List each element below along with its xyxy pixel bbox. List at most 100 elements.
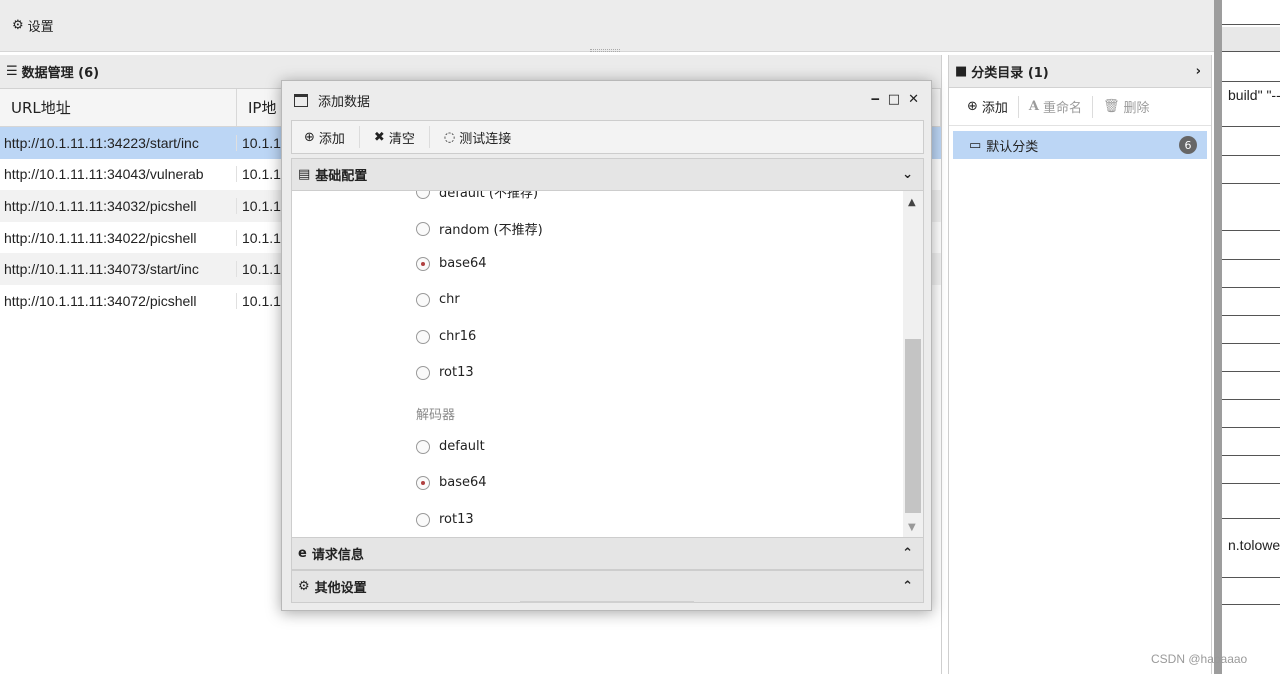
- delete-category-label: 删除: [1123, 101, 1150, 116]
- strip-text-1: build" "--: [1228, 87, 1280, 103]
- add-button[interactable]: ⊕ 添加: [304, 126, 360, 148]
- watermark: CSDN @haoaaao: [1151, 652, 1248, 666]
- minimize-icon[interactable]: ‒: [871, 92, 880, 107]
- category-panel-title: 分类目录 (1): [971, 65, 1049, 81]
- encoder-option[interactable]: rot13: [416, 365, 474, 380]
- plus-circle-icon: ⊕: [967, 99, 978, 114]
- section-request-info[interactable]: e 请求信息 ⌃: [291, 537, 924, 570]
- scrollbar-thumb[interactable]: [905, 339, 921, 513]
- settings-label: 设置: [27, 20, 54, 35]
- url-cell: http://10.1.11.11:34073/start/inc: [0, 261, 237, 278]
- option-label: chr16: [439, 329, 477, 344]
- url-cell: http://10.1.11.11:34043/vulnerab: [0, 166, 237, 183]
- add-category-button[interactable]: ⊕ 添加: [967, 95, 1019, 118]
- font-icon: A: [1028, 99, 1040, 114]
- option-label: rot13: [439, 365, 474, 380]
- radio-button[interactable]: [416, 221, 430, 236]
- url-cell: http://10.1.11.11:34032/picshell: [0, 197, 237, 214]
- radio-button[interactable]: [416, 365, 430, 380]
- close-icon[interactable]: ✕: [908, 92, 919, 107]
- delete-category-button[interactable]: 🗑 删除: [1103, 96, 1160, 118]
- strip-row: [1222, 27, 1280, 51]
- data-panel-title: 数据管理 (6): [21, 66, 100, 81]
- radio-button-checked[interactable]: [416, 475, 430, 490]
- radio-button[interactable]: [416, 191, 430, 199]
- strip-text-2: n.tolower: [1228, 537, 1280, 553]
- plus-circle-icon: ⊕: [304, 129, 315, 145]
- scroll-up-icon[interactable]: ▲: [908, 197, 916, 208]
- x-icon: ✖: [373, 129, 385, 145]
- list-icon: ☰: [6, 64, 18, 79]
- radio-button[interactable]: [416, 439, 430, 454]
- gear-icon: ⚙: [12, 18, 24, 33]
- encoder-option[interactable]: random (不推荐): [416, 219, 543, 238]
- section-request-title: 请求信息: [311, 548, 364, 563]
- encoder-option[interactable]: base64: [416, 256, 487, 271]
- radio-button[interactable]: [416, 329, 430, 344]
- rename-category-label: 重命名: [1043, 101, 1083, 116]
- settings-button[interactable]: ⚙ 设置: [12, 16, 54, 35]
- url-cell: http://10.1.11.11:34072/picshell: [0, 292, 237, 309]
- decoder-option[interactable]: rot13: [416, 512, 474, 527]
- window-icon: [294, 93, 308, 107]
- decoder-group-label: 解码器: [416, 408, 456, 423]
- encoder-option[interactable]: chr: [416, 292, 460, 307]
- option-label: base64: [439, 256, 487, 271]
- radio-button[interactable]: [416, 512, 430, 527]
- encoder-option[interactable]: default (不推荐): [416, 191, 538, 201]
- add-data-dialog: 添加数据 ‒ □ ✕ ⊕ 添加 ✖ 清空 ◌ 测试连接 ▤ 基础配置 ⌄ def…: [281, 80, 932, 611]
- resize-grip[interactable]: [520, 601, 694, 603]
- vertical-scrollbar[interactable]: ▲ ▼: [903, 191, 923, 537]
- chevron-down-icon: ⌄: [902, 167, 913, 182]
- background-window: build" "-- n.tolower: [1214, 0, 1280, 674]
- radio-button-checked[interactable]: [416, 256, 430, 271]
- section-basic-config[interactable]: ▤ 基础配置 ⌄: [291, 158, 924, 191]
- test-connection-label: 测试连接: [459, 131, 512, 147]
- background-window-content: build" "-- n.tolower: [1222, 0, 1280, 674]
- url-cell: http://10.1.11.11:34022/picshell: [0, 229, 237, 246]
- column-header-url[interactable]: URL地址: [0, 89, 237, 126]
- radio-button[interactable]: [416, 292, 430, 307]
- resize-handle[interactable]: [590, 49, 620, 52]
- category-panel-header: ■ 分类目录 (1) ›: [949, 55, 1211, 88]
- dialog-toolbar: ⊕ 添加 ✖ 清空 ◌ 测试连接: [291, 120, 924, 154]
- basic-config-body: default (不推荐) random (不推荐) base64 chr ch…: [291, 191, 924, 537]
- file-icon: ▤: [298, 167, 311, 182]
- decoder-option[interactable]: default: [416, 439, 485, 454]
- category-toolbar: ⊕ 添加 A 重命名 🗑 删除: [949, 88, 1211, 126]
- category-item-default[interactable]: ▭ 默认分类 6: [953, 131, 1207, 159]
- dialog-title: 添加数据: [318, 94, 371, 110]
- chevron-up-icon: ⌃: [902, 579, 913, 594]
- option-label: chr: [439, 292, 460, 307]
- url-cell: http://10.1.11.11:34223/start/inc: [0, 134, 237, 151]
- decoder-option[interactable]: base64: [416, 475, 487, 490]
- window-controls: ‒ □ ✕: [871, 92, 919, 107]
- option-label: default: [439, 439, 485, 454]
- clear-label: 清空: [388, 131, 415, 147]
- section-other-title: 其他设置: [314, 581, 367, 596]
- category-panel: ■ 分类目录 (1) › ⊕ 添加 A 重命名 🗑 删除 ▭ 默认分类 6: [948, 55, 1212, 674]
- folder-icon: ■: [955, 63, 968, 79]
- encoder-option[interactable]: chr16: [416, 329, 476, 344]
- browser-icon: e: [298, 546, 307, 561]
- option-label: random (不推荐): [439, 223, 543, 238]
- scroll-down-icon[interactable]: ▼: [908, 522, 916, 533]
- option-label: default (不推荐): [439, 191, 539, 201]
- gears-icon: ⚙: [298, 579, 310, 594]
- chevron-right-icon[interactable]: ›: [1196, 64, 1201, 79]
- spinner-icon: ◌: [443, 129, 456, 145]
- maximize-icon[interactable]: □: [888, 92, 900, 107]
- chevron-up-icon: ⌃: [902, 546, 913, 561]
- section-other-settings[interactable]: ⚙ 其他设置 ⌃: [291, 570, 924, 603]
- category-name: 默认分类: [986, 139, 1039, 155]
- clear-button[interactable]: ✖ 清空: [374, 126, 430, 148]
- add-category-label: 添加: [981, 101, 1008, 116]
- section-basic-title: 基础配置: [315, 169, 368, 184]
- category-count-badge: 6: [1179, 136, 1197, 154]
- folder-open-icon: ▭: [969, 137, 982, 153]
- dialog-titlebar[interactable]: 添加数据: [282, 81, 931, 119]
- add-label: 添加: [318, 131, 345, 147]
- top-toolbar: ⚙ 设置: [0, 0, 1214, 52]
- test-connection-button[interactable]: ◌ 测试连接: [444, 126, 525, 148]
- rename-category-button[interactable]: A 重命名: [1028, 95, 1094, 118]
